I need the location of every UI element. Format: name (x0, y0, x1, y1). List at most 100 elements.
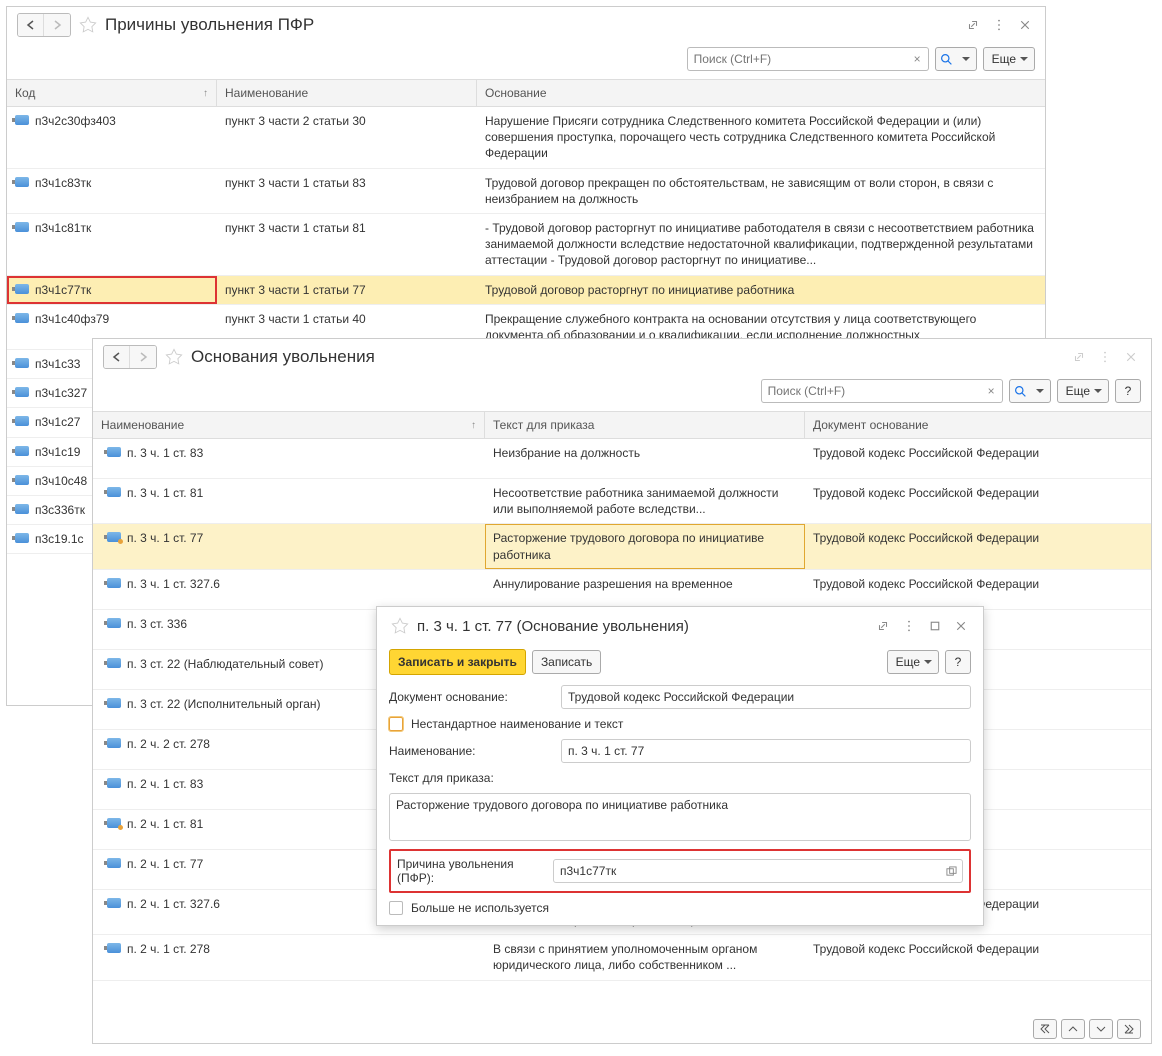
open-reference-icon[interactable] (942, 862, 960, 880)
unused-checkbox[interactable] (389, 901, 403, 915)
cell-code: п3ч2с30фз403 (35, 113, 116, 129)
reason-field[interactable]: п3ч1с77тк (553, 859, 963, 883)
table-row[interactable]: п. 3 ч. 1 ст. 83Неизбрание на должностьТ… (93, 439, 1151, 479)
cell-text: Расторжение трудового договора по инициа… (493, 530, 797, 562)
row-icon (15, 284, 29, 294)
nav-first-button[interactable] (1033, 1019, 1057, 1039)
link-icon[interactable] (873, 616, 893, 636)
close-icon[interactable] (951, 616, 971, 636)
col-name-header[interactable]: Наименование (217, 80, 477, 106)
back-button[interactable] (18, 14, 44, 36)
table-row[interactable]: п. 3 ч. 1 ст. 77 Расторжение трудового до… (93, 524, 1151, 569)
nav-group (103, 345, 157, 369)
row-icon (107, 532, 121, 542)
save-button[interactable]: Записать (532, 650, 601, 674)
row-icon (107, 447, 121, 457)
row-icon (15, 446, 29, 456)
row-icon (107, 818, 121, 828)
text-field[interactable]: Расторжение трудового договора по инициа… (389, 793, 971, 841)
cell-code: п3с19.1с (35, 531, 84, 547)
menu-dots-icon[interactable] (989, 15, 1009, 35)
link-icon[interactable] (1069, 347, 1089, 367)
cell-code: п3ч1с83тк (35, 175, 91, 191)
save-close-button[interactable]: Записать и закрыть (389, 649, 526, 675)
cell-code: п3ч1с19 (35, 444, 80, 460)
row-icon (15, 222, 29, 232)
window-title: Причины увольнения ПФР (105, 15, 957, 35)
titlebar: Основания увольнения (93, 339, 1151, 375)
row-icon (15, 387, 29, 397)
maximize-icon[interactable] (925, 616, 945, 636)
name-field[interactable]: п. 3 ч. 1 ст. 77 (561, 739, 971, 763)
table-row[interactable]: п3ч1с77ткпункт 3 части 1 статьи 77Трудов… (7, 276, 1045, 305)
cell-name: п. 2 ч. 1 ст. 81 (127, 816, 203, 832)
table-row[interactable]: п. 2 ч. 1 ст. 278В связи с принятием упо… (93, 935, 1151, 980)
cell-text: Несоответствие работника занимаемой долж… (493, 485, 797, 517)
col-basis-header[interactable]: Основание (477, 80, 1045, 106)
back-button[interactable] (104, 346, 130, 368)
titlebar: п. 3 ч. 1 ст. 77 (Основание увольнения) (377, 607, 983, 645)
table-row[interactable]: п. 3 ч. 1 ст. 81Несоответствие работника… (93, 479, 1151, 524)
col-name-header[interactable]: Наименование↑ (93, 412, 485, 438)
cell-name: пункт 3 части 2 статьи 30 (225, 113, 366, 129)
cell-code: п3ч1с40фз79 (35, 311, 109, 327)
row-icon (107, 578, 121, 588)
nonstd-checkbox[interactable] (389, 717, 403, 731)
doc-label: Документ основание: (389, 690, 553, 704)
doc-field[interactable]: Трудовой кодекс Российской Федерации (561, 685, 971, 709)
close-icon[interactable] (1121, 347, 1141, 367)
table-row[interactable]: п3ч2с30фз403пункт 3 части 2 статьи 30Нар… (7, 107, 1045, 169)
more-button[interactable]: Еще (983, 47, 1035, 71)
nonstd-label: Нестандартное наименование и текст (411, 717, 623, 731)
help-button[interactable]: ? (945, 650, 971, 674)
nav-last-button[interactable] (1117, 1019, 1141, 1039)
search-clear-button[interactable]: × (907, 47, 929, 71)
link-icon[interactable] (963, 15, 983, 35)
row-icon (15, 475, 29, 485)
cell-name: п. 2 ч. 1 ст. 278 (127, 941, 210, 957)
cell-basis: - Трудовой договор расторгнут по инициат… (485, 220, 1037, 269)
cell-code: п3ч1с327 (35, 385, 87, 401)
search-clear-button[interactable]: × (981, 379, 1003, 403)
table-row[interactable]: п. 3 ч. 1 ст. 327.6Аннулирование разреше… (93, 570, 1151, 610)
nav-up-button[interactable] (1061, 1019, 1085, 1039)
window-title: Основания увольнения (191, 347, 1063, 367)
table-row[interactable]: п3ч1с81тк пункт 3 части 1 статьи 81 - Труд… (7, 214, 1045, 276)
cell-name: п. 3 ч. 1 ст. 77 (127, 530, 203, 546)
more-button[interactable]: Еще (887, 650, 939, 674)
more-label: Еще (992, 52, 1016, 66)
row-icon (15, 177, 29, 187)
forward-button[interactable] (130, 346, 156, 368)
col-code-header[interactable]: Код↑ (7, 80, 217, 106)
menu-dots-icon[interactable] (1095, 347, 1115, 367)
favorite-star-icon[interactable] (163, 346, 185, 368)
row-icon (15, 115, 29, 125)
cell-name: п. 3 ч. 1 ст. 83 (127, 445, 203, 461)
nav-down-button[interactable] (1089, 1019, 1113, 1039)
row-icon (107, 898, 121, 908)
close-icon[interactable] (1015, 15, 1035, 35)
forward-button[interactable] (44, 14, 70, 36)
cell-name: п. 2 ч. 1 ст. 327.6 (127, 896, 220, 912)
col-text-header[interactable]: Текст для приказа (485, 412, 805, 438)
menu-dots-icon[interactable] (899, 616, 919, 636)
cell-code: п3ч1с81тк (35, 220, 91, 236)
table-row[interactable]: п3ч1с83ткпункт 3 части 1 статьи 83Трудов… (7, 169, 1045, 214)
row-icon (107, 487, 121, 497)
col-doc-header[interactable]: Документ основание (805, 412, 1151, 438)
cell-name: пункт 3 части 1 статьи 83 (225, 175, 366, 191)
cell-name: п. 3 ст. 336 (127, 616, 187, 632)
favorite-star-icon[interactable] (77, 14, 99, 36)
help-button[interactable]: ? (1115, 379, 1141, 403)
row-icon (15, 416, 29, 426)
search-input[interactable] (687, 47, 907, 71)
cell-name: пункт 3 части 1 статьи 81 (225, 220, 366, 236)
toolbar: × Еще (7, 43, 1045, 79)
cell-doc: Трудовой кодекс Российской Федерации (813, 576, 1039, 592)
favorite-star-icon[interactable] (389, 615, 411, 637)
more-button[interactable]: Еще (1057, 379, 1109, 403)
search-input[interactable] (761, 379, 981, 403)
search-button[interactable] (935, 47, 977, 71)
unused-label: Больше не используется (411, 901, 549, 915)
search-button[interactable] (1009, 379, 1051, 403)
